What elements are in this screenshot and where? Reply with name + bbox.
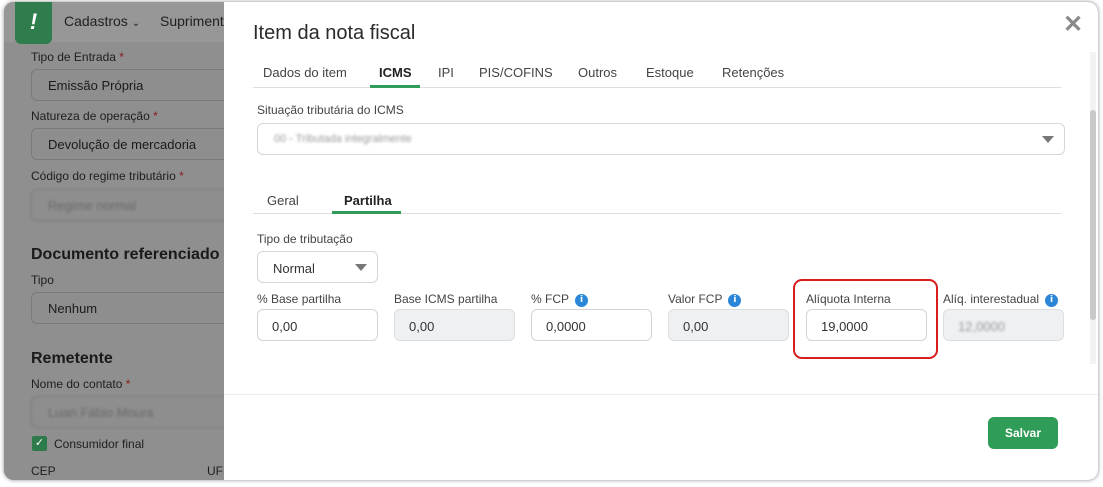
info-icon[interactable]: i: [1045, 294, 1059, 307]
save-button[interactable]: Salvar: [988, 417, 1058, 449]
consumidor-final-checkbox[interactable]: ✓: [32, 436, 47, 451]
valor-fcp-label-text: Valor FCP: [668, 292, 723, 306]
tab-dados-do-item[interactable]: Dados do item: [263, 65, 347, 80]
tipo-field[interactable]: Nenhum: [31, 292, 241, 324]
tab-icms-underline: [370, 85, 420, 88]
tab-pis-cofins[interactable]: PIS/COFINS: [479, 65, 553, 80]
info-icon[interactable]: i: [575, 294, 589, 307]
contato-label: Nome do contato *: [31, 377, 130, 391]
required-mark: *: [119, 50, 124, 64]
caret-down-icon: [1042, 136, 1054, 143]
remetente-heading: Remetente: [31, 350, 113, 367]
situacao-value: 00 - Tributada integralmente: [274, 133, 412, 145]
regime-label-text: Código do regime tributário: [31, 169, 176, 183]
aliquota-interestadual-label: Alíq. interestadual i: [943, 292, 1059, 307]
close-icon[interactable]: ✕: [1062, 13, 1084, 37]
app-window: ! Cadastros ⌄ Suprimentos Tipo de Entrad…: [4, 2, 1098, 480]
required-mark: *: [125, 377, 131, 391]
base-partilha-input[interactable]: 0,00: [257, 309, 378, 341]
natureza-label: Natureza de operação *: [31, 109, 158, 123]
subtab-partilha-underline: [332, 211, 401, 214]
tab-ipi[interactable]: IPI: [438, 65, 454, 80]
regime-label: Código do regime tributário *: [31, 169, 184, 183]
aliquota-interestadual-input: 12,0000: [943, 309, 1064, 341]
fcp-percent-label-text: % FCP: [531, 292, 570, 306]
main-tabs: Dados do item ICMS IPI PIS/COFINS Outros…: [253, 62, 1061, 88]
tab-outros[interactable]: Outros: [578, 65, 617, 80]
nav-cadastros[interactable]: Cadastros ⌄: [64, 13, 140, 29]
required-mark: *: [179, 169, 184, 183]
aliquota-interestadual-value: 12,0000: [958, 319, 1005, 334]
natureza-label-text: Natureza de operação: [31, 109, 150, 123]
tipo-entrada-label: Tipo de Entrada *: [31, 50, 124, 64]
sub-tabs: Geral Partilha: [253, 186, 1061, 214]
subtab-partilha[interactable]: Partilha: [344, 193, 392, 208]
fcp-percent-label: % FCP i: [531, 292, 589, 307]
info-icon[interactable]: i: [728, 294, 742, 307]
valor-fcp-input: 0,00: [668, 309, 789, 341]
cep-label: CEP: [31, 464, 56, 478]
aliquota-interestadual-label-text: Alíq. interestadual: [943, 292, 1040, 306]
modal-title: Item da nota fiscal: [253, 22, 416, 44]
tab-estoque[interactable]: Estoque: [646, 65, 694, 80]
consumidor-final-label: Consumidor final: [54, 437, 145, 451]
fcp-percent-input[interactable]: 0,0000: [531, 309, 652, 341]
doc-ref-heading: Documento referenciado: [31, 246, 220, 263]
required-mark: *: [153, 109, 158, 123]
chevron-down-icon: ⌄: [131, 18, 141, 29]
highlight-box: [793, 279, 938, 359]
situacao-label: Situação tributária do ICMS: [257, 103, 404, 117]
uf-label: UF: [207, 464, 223, 478]
tipo-tributacao-select[interactable]: Normal: [257, 251, 378, 283]
base-partilha-label: % Base partilha: [257, 292, 342, 306]
tab-icms[interactable]: ICMS: [379, 65, 412, 80]
caret-down-icon: [355, 264, 367, 271]
tipo-entrada-label-text: Tipo de Entrada: [31, 50, 116, 64]
tipo-entrada-field[interactable]: Emissão Própria: [31, 69, 241, 101]
tab-retencoes[interactable]: Retenções: [722, 65, 784, 80]
valor-fcp-label: Valor FCP i: [668, 292, 742, 307]
scrollbar-thumb[interactable]: [1090, 110, 1096, 320]
natureza-field[interactable]: Devolução de mercadoria: [31, 128, 241, 160]
base-icms-partilha-label: Base ICMS partilha: [394, 292, 498, 306]
nav-cadastros-label: Cadastros: [64, 13, 128, 29]
subtab-geral[interactable]: Geral: [267, 193, 299, 208]
app-logo[interactable]: !: [15, 2, 52, 44]
base-icms-partilha-input: 0,00: [394, 309, 515, 341]
tipo-label: Tipo: [31, 273, 54, 287]
situacao-select[interactable]: 00 - Tributada integralmente: [257, 123, 1065, 155]
regime-field[interactable]: Regime normal: [31, 189, 241, 221]
contato-field[interactable]: Luan Fábio Moura: [31, 396, 241, 428]
item-modal: Item da nota fiscal ✕ Dados do item ICMS…: [224, 2, 1098, 480]
footer-divider: [224, 394, 1098, 395]
tipo-tributacao-value: Normal: [273, 261, 315, 276]
contato-label-text: Nome do contato: [31, 377, 123, 391]
tipo-tributacao-label: Tipo de tributação: [257, 232, 353, 246]
